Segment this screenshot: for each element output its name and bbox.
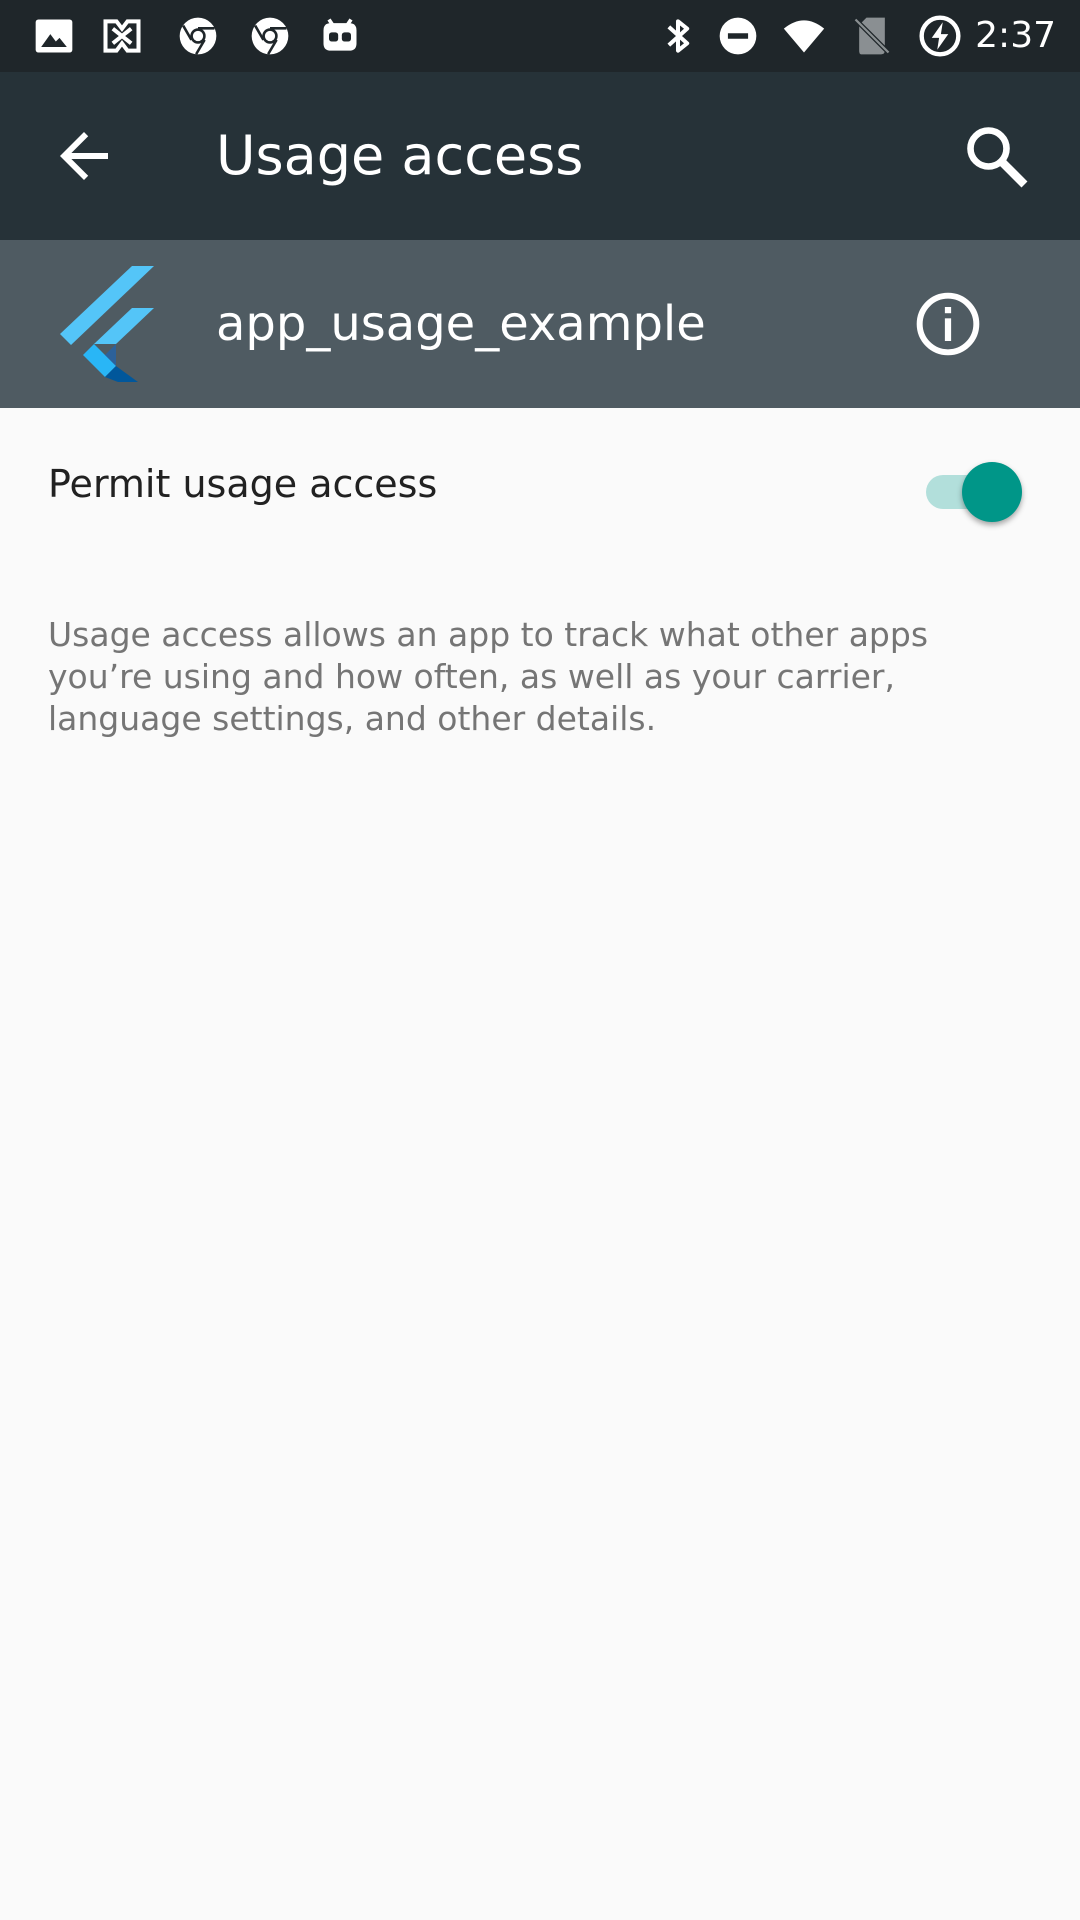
cyanogen-icon	[323, 18, 357, 51]
arrow-back-icon[interactable]	[48, 120, 120, 192]
permit-usage-access-label: Permit usage access	[48, 462, 438, 506]
toolbar: Usage access	[0, 72, 1080, 240]
do-not-disturb-icon	[719, 17, 757, 55]
crossed-arrows-icon	[103, 19, 141, 53]
status-bar: 2:37	[0, 0, 1080, 72]
battery-charging-icon	[919, 15, 961, 57]
no-sim-icon	[853, 17, 891, 55]
status-time: 2:37	[975, 15, 1056, 56]
image-icon	[35, 19, 73, 53]
permit-usage-access-row[interactable]: Permit usage access	[0, 408, 1080, 558]
info-icon[interactable]	[914, 290, 982, 358]
app-name: app_usage_example	[216, 296, 706, 352]
chrome-icon	[251, 17, 289, 55]
chrome-icon	[179, 17, 217, 55]
flutter-icon	[60, 266, 154, 382]
usage-access-description: Usage access allows an app to track what…	[48, 615, 929, 738]
bluetooth-icon	[667, 19, 690, 53]
permit-usage-access-switch[interactable]	[924, 458, 1024, 522]
page-title: Usage access	[216, 124, 584, 187]
wifi-icon	[783, 20, 825, 53]
search-icon[interactable]	[960, 120, 1032, 192]
switch-thumb	[962, 462, 1022, 522]
